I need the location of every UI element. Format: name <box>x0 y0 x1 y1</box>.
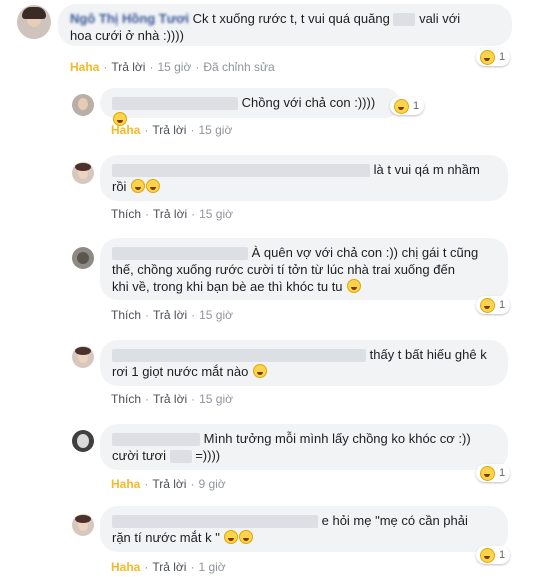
reaction-count[interactable]: 1 <box>476 546 511 564</box>
comment-bubble: Mình tưởng mỗi mình lấy chồng ko khóc cơ… <box>100 424 508 470</box>
comment-actions: Thích · Trả lời · 15 giờ <box>111 308 233 322</box>
reaction-count[interactable]: 1 <box>476 296 511 314</box>
haha-button[interactable]: Haha <box>111 560 140 574</box>
timestamp[interactable]: 15 giờ <box>199 207 233 221</box>
rofl-emoji-icon <box>146 179 161 193</box>
reaction-count[interactable]: 1 <box>390 97 425 115</box>
comment-text-line2: cười tươi <box>112 448 166 463</box>
comment-text: thấy t bất hiếu ghê k <box>369 347 487 362</box>
comment-text-2: vali với <box>419 11 461 26</box>
timestamp[interactable]: 15 giờ <box>157 60 191 74</box>
reply-button[interactable]: Trả lời <box>152 560 186 574</box>
comment-text: Ck t xuống rước t, t vui quá quăng <box>192 11 390 26</box>
timestamp[interactable]: 15 giờ <box>199 308 233 322</box>
comment-text: e hỏi mẹ "mẹ có cần phải <box>321 513 468 528</box>
reply-button[interactable]: Trả lời <box>152 477 186 491</box>
comment-actions: Haha · Trả lời · 9 giờ <box>111 477 226 491</box>
reply-button[interactable]: Trả lời <box>153 308 187 322</box>
yum-emoji-icon <box>347 279 362 293</box>
reply-button[interactable]: Trả lời <box>153 392 187 406</box>
like-button[interactable]: Thích <box>111 392 141 406</box>
comment-text-line2: hoa cưới ở nhà :)))) <box>70 28 184 43</box>
haha-icon <box>480 297 495 313</box>
comment-actions: Haha · Trả lời · 15 giờ <box>111 123 233 137</box>
comment-bubble: Chồng với chả con :)))) <box>100 88 400 126</box>
comment-text-line2: rơi 1 giọt nước mắt nào <box>112 364 249 379</box>
timestamp[interactable]: 15 giờ <box>199 392 233 406</box>
like-button[interactable]: Thích <box>111 308 141 322</box>
comment-text: là t vui qá m nhầm <box>373 162 480 177</box>
grinning-emoji-icon <box>252 364 267 378</box>
reaction-count[interactable]: 1 <box>476 48 511 66</box>
like-button[interactable]: Thích <box>111 207 141 221</box>
comment-text-line3: khi về, trong khi bạn bè ae thì khóc tu … <box>112 279 343 294</box>
blurred-text <box>169 450 192 464</box>
avatar[interactable] <box>72 247 94 269</box>
comment-bubble: e hỏi mẹ "mẹ có cần phải rặn tí nước mắt… <box>100 506 508 552</box>
comment-actions: Thích · Trả lời · 15 giờ <box>111 207 233 221</box>
comment-bubble: À quên vợ với chả con :)) chị gái t cũng… <box>100 238 508 300</box>
reply-button[interactable]: Trả lời <box>153 207 187 221</box>
blurred-text <box>393 13 416 27</box>
reply-button[interactable]: Trả lời <box>152 123 186 137</box>
comment-actions: Haha · Trả lời · 1 giờ <box>111 560 226 574</box>
timestamp[interactable]: 1 giờ <box>198 560 225 574</box>
haha-icon <box>480 547 495 563</box>
rofl-emoji-icon <box>239 530 254 544</box>
avatar[interactable] <box>72 346 94 368</box>
blurred-name <box>112 164 370 178</box>
haha-icon <box>394 98 409 114</box>
avatar[interactable] <box>72 94 94 116</box>
timestamp[interactable]: 15 giờ <box>198 123 232 137</box>
comment-actions: Haha · Trả lời · 15 giờ · Đã chỉnh sửa <box>70 60 275 74</box>
rofl-emoji-icon <box>131 179 146 193</box>
comment-text-line2: rồi <box>112 179 127 194</box>
haha-button[interactable]: Haha <box>111 123 140 137</box>
comment-text-line2: thế, chồng xuống rước cười tí tởn từ lúc… <box>112 262 455 277</box>
blurred-name <box>112 97 238 111</box>
comment-bubble: là t vui qá m nhầm rồi <box>100 155 508 201</box>
timestamp[interactable]: 9 giờ <box>198 477 225 491</box>
edited-label[interactable]: Đã chỉnh sửa <box>203 60 274 74</box>
comment-bubble: Ngô Thị Hồng Tươi Ck t xuống rước t, t v… <box>58 4 512 46</box>
blurred-name <box>112 247 248 261</box>
comment-text: À quên vợ với chả con :)) chị gái t cũng <box>251 245 479 260</box>
rofl-emoji-icon <box>224 530 239 544</box>
blurred-name <box>112 349 366 363</box>
haha-button[interactable]: Haha <box>111 477 140 491</box>
comment-text-line2: rặn tí nước mắt k " <box>112 530 220 545</box>
comment-bubble: thấy t bất hiếu ghê k rơi 1 giọt nước mắ… <box>100 340 508 386</box>
comment-actions: Thích · Trả lời · 15 giờ <box>111 392 233 406</box>
comment-text: Mình tưởng mỗi mình lấy chồng ko khóc cơ… <box>203 431 471 446</box>
avatar[interactable] <box>72 430 94 452</box>
avatar[interactable] <box>72 514 94 536</box>
haha-icon <box>480 49 495 65</box>
avatar[interactable] <box>72 162 94 184</box>
blurred-name <box>112 433 200 447</box>
avatar[interactable] <box>17 5 51 39</box>
blurred-name <box>112 515 318 529</box>
reply-button[interactable]: Trả lời <box>111 60 145 74</box>
reaction-count[interactable]: 1 <box>476 464 511 482</box>
commenter-name[interactable]: Ngô Thị Hồng Tươi <box>70 10 189 27</box>
haha-button[interactable]: Haha <box>70 60 99 74</box>
haha-icon <box>480 465 495 481</box>
comment-text: Chồng với chả con :)))) <box>241 95 376 110</box>
